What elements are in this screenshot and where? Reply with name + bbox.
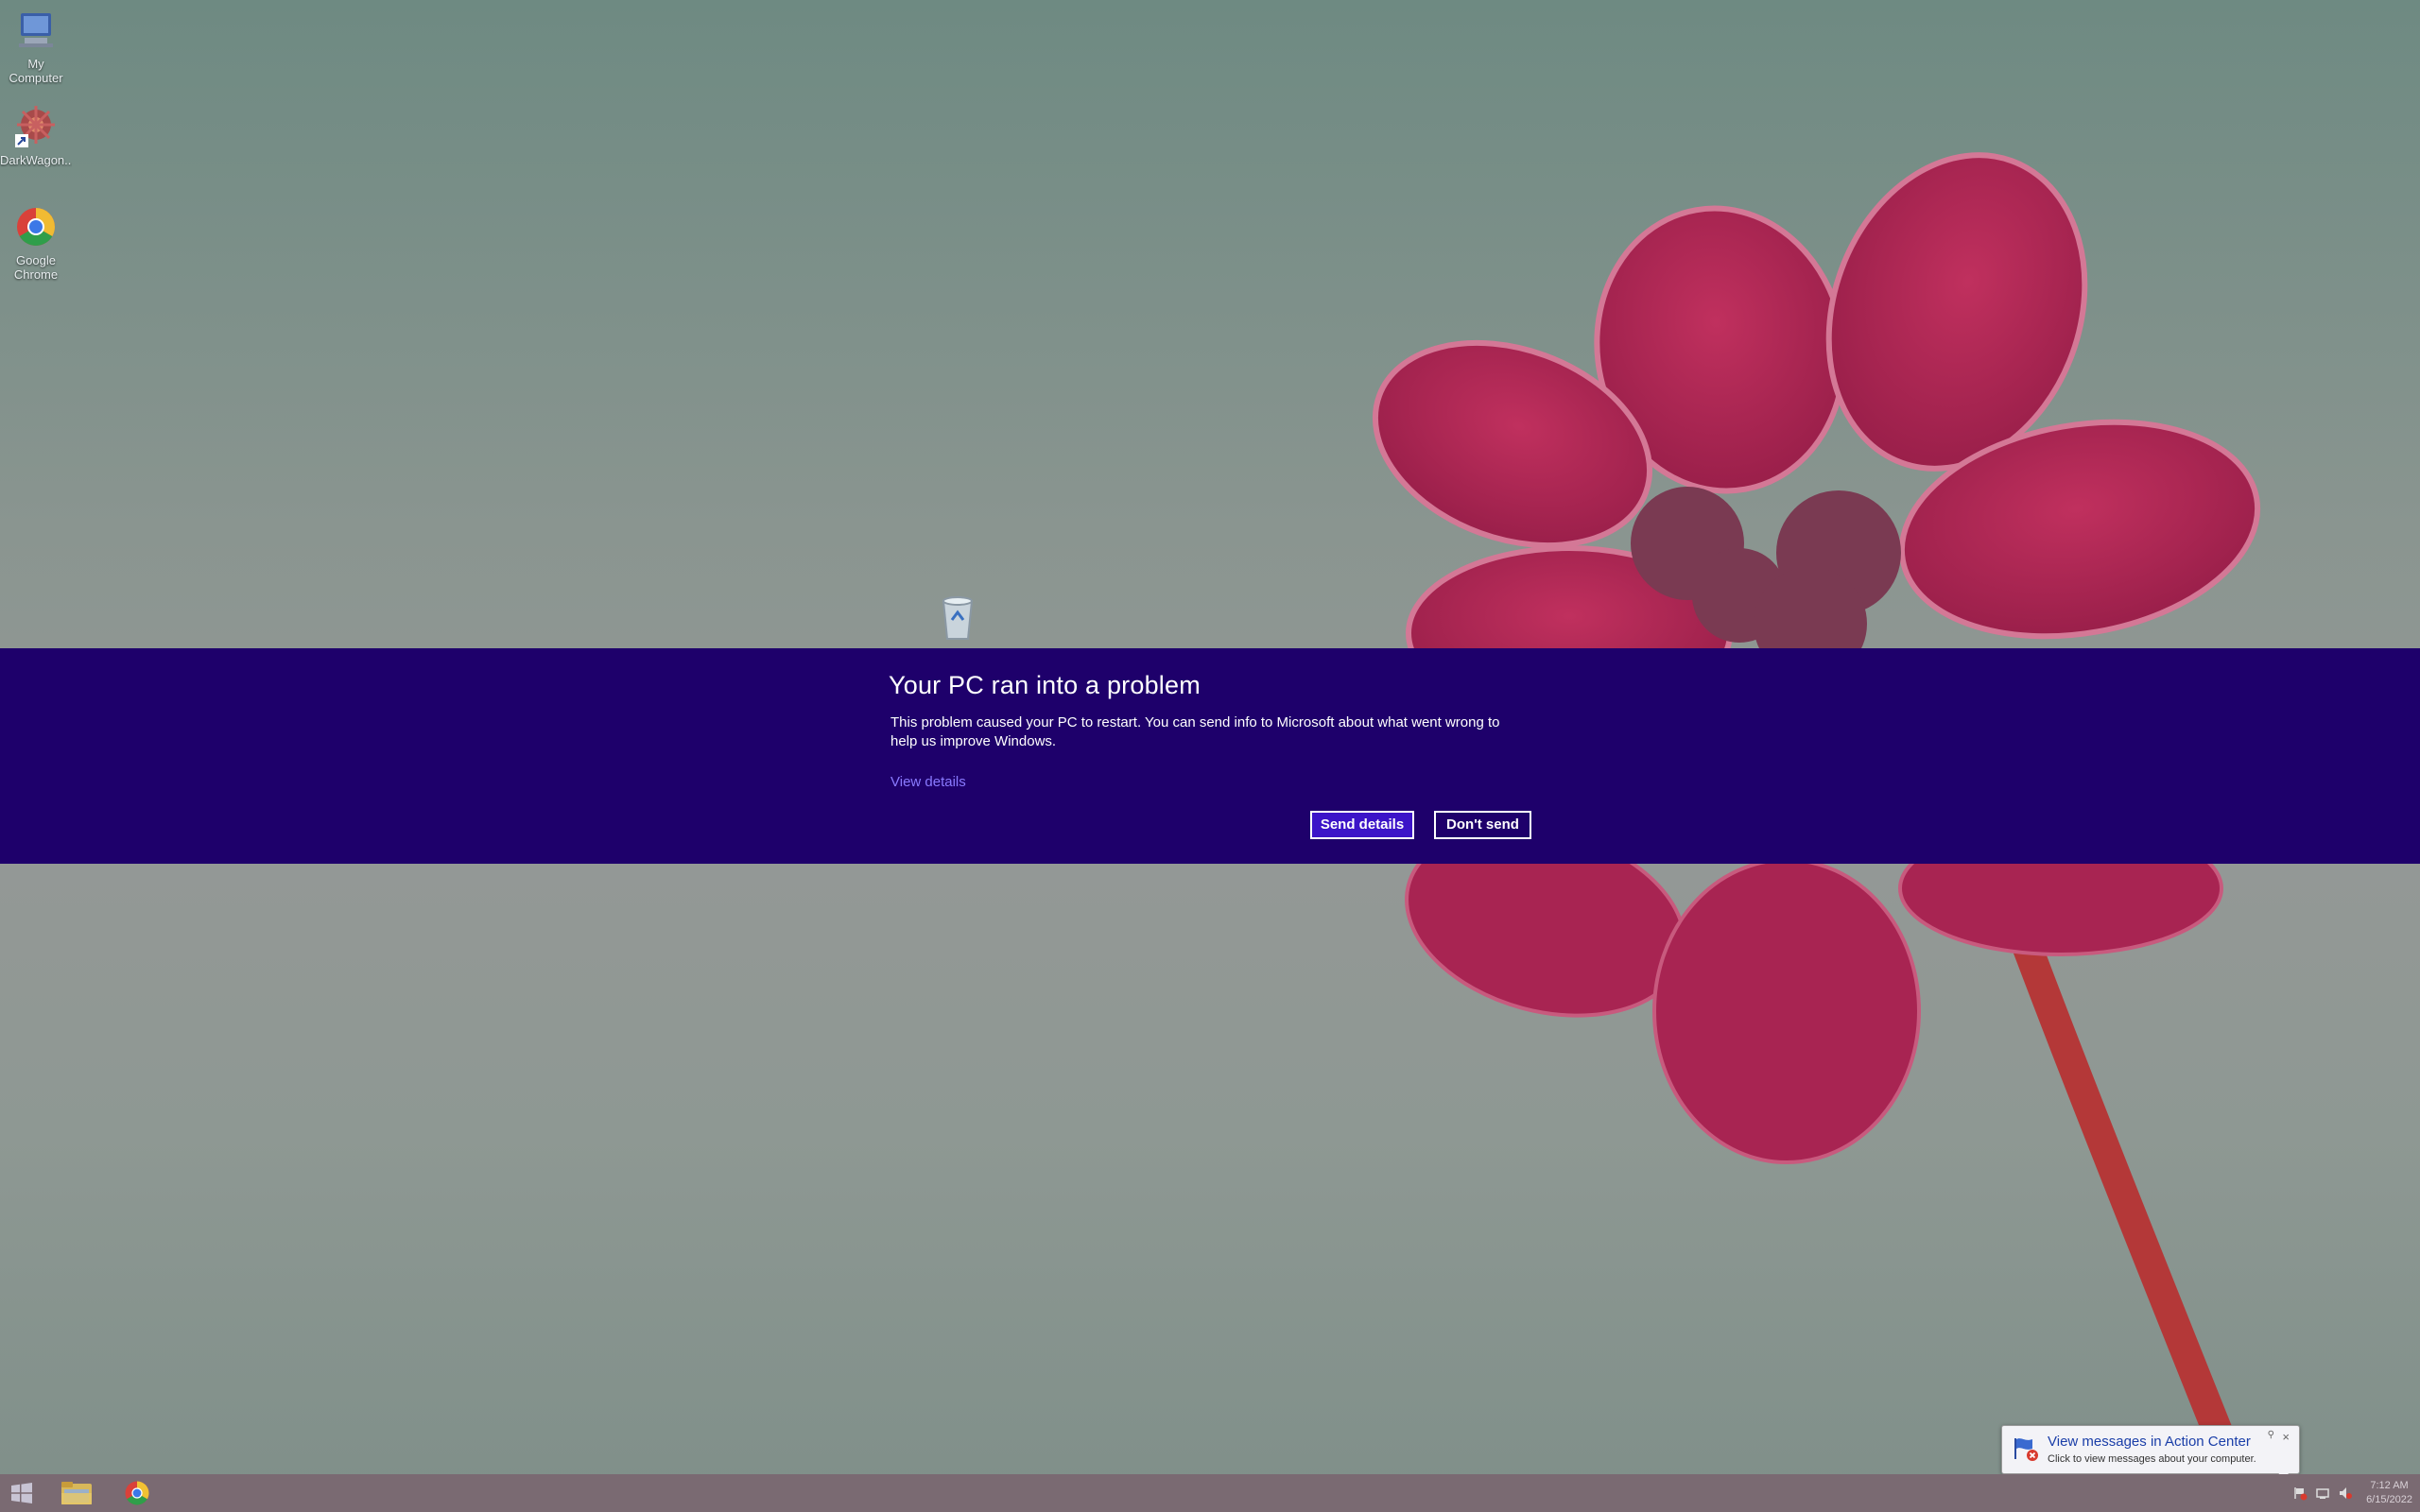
banner-message: This problem caused your PC to restart. … [890,714,1500,749]
clock-time: 7:12 AM [2370,1480,2409,1491]
desktop-icon-label: DarkWagon... [0,153,72,167]
recycle-bin[interactable] [938,593,977,643]
shortcut-icon [15,106,55,147]
desktop-icon-label: My Computer [9,57,63,85]
desktop-icon-my-computer[interactable]: My Computer [0,8,72,85]
banner-content: Your PC ran into a problem This problem … [889,671,1569,791]
chrome-icon [125,1481,149,1505]
start-button[interactable] [0,1474,43,1512]
windows-logo-icon [11,1483,32,1503]
action-center-flag-icon [2014,1438,2038,1461]
toast-close-button[interactable]: × [2282,1430,2290,1444]
view-details-link[interactable]: View details [890,774,966,790]
network-icon[interactable] [2314,1485,2331,1502]
pin-icon[interactable]: ⚲ [2268,1430,2274,1440]
recycle-bin-icon [942,596,974,640]
send-details-button[interactable]: Send details [1310,811,1414,839]
computer-icon [19,13,53,47]
system-tray: 7:12 AM 6/15/2022 [2289,1474,2420,1512]
volume-muted-icon[interactable] [2337,1485,2354,1502]
desktop-icon-google-chrome[interactable]: Google Chrome [0,204,72,282]
dont-send-button[interactable]: Don't send [1434,811,1531,839]
taskbar-chrome[interactable] [110,1474,164,1512]
folder-icon [61,1482,92,1504]
desktop-icon-darkwagon[interactable]: DarkWagon... [0,104,72,167]
toast-title: View messages in Action Center [2048,1434,2251,1450]
taskbar: 7:12 AM 6/15/2022 [0,1474,2420,1512]
taskbar-file-explorer[interactable] [49,1474,104,1512]
clock-date: 6/15/2022 [2366,1494,2412,1505]
chrome-icon [17,208,55,246]
action-center-tray-icon[interactable] [2291,1485,2308,1502]
toast-subtitle: Click to view messages about your comput… [2048,1453,2256,1465]
desktop-icon-label: Google Chrome [13,253,59,282]
banner-title: Your PC ran into a problem [889,671,1201,699]
action-center-toast[interactable]: View messages in Action Center Click to … [2001,1425,2300,1474]
taskbar-clock[interactable]: 7:12 AM 6/15/2022 [2366,1479,2412,1507]
problem-banner: Your PC ran into a problem This problem … [0,648,2420,864]
